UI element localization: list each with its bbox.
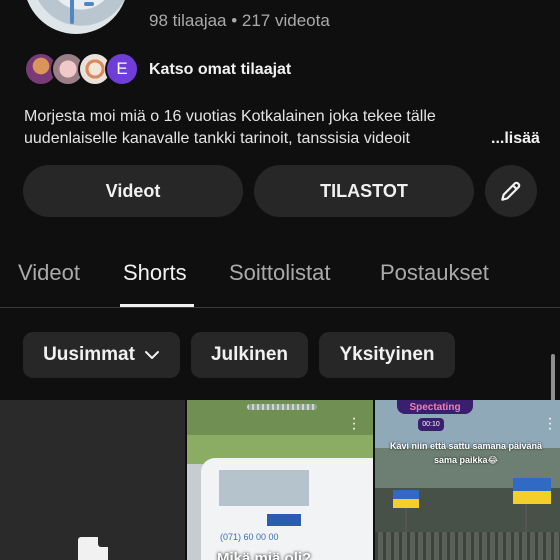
- spectating-badge: Spectating: [397, 400, 473, 414]
- tab-playlists[interactable]: Soittolistat: [229, 260, 331, 286]
- description-line-2: uudenlaiselle kanavalle tankki tarinoit,…: [24, 128, 544, 150]
- file-icon: [78, 537, 108, 560]
- description-more-link[interactable]: ...lisää: [471, 128, 540, 150]
- short-draft-tile[interactable]: [0, 400, 185, 560]
- sort-dropdown[interactable]: Uusimmat: [23, 332, 180, 378]
- subscriber-avatars: E: [24, 52, 140, 88]
- short-tile[interactable]: Spectating 00:10 Kävi niin että sattu sa…: [375, 400, 560, 560]
- tab-videos[interactable]: Videot: [18, 260, 80, 286]
- thumbnail-van-window: [219, 470, 309, 506]
- description-line-2-text: uudenlaiselle kanavalle tankki tarinoit,…: [24, 130, 410, 147]
- filter-private-chip[interactable]: Yksityinen: [319, 332, 455, 378]
- thumbnail-logo: [267, 514, 301, 526]
- filter-public-chip[interactable]: Julkinen: [191, 332, 308, 378]
- more-options-icon[interactable]: · · ·: [350, 411, 358, 437]
- stats-button[interactable]: TILASTOT: [254, 165, 474, 217]
- short-caption: Mikä miä oli?: [217, 550, 312, 560]
- description-line-1: Morjesta moi miä o 16 vuotias Kotkalaine…: [24, 108, 436, 125]
- avatar-detail: [70, 0, 74, 24]
- thumbnail-fence: [375, 532, 560, 560]
- short-tile[interactable]: (071) 60 00 00 Mikä miä oli? · · ·: [187, 400, 373, 560]
- tab-posts[interactable]: Postaukset: [380, 260, 489, 286]
- flag-image: [513, 478, 551, 504]
- chevron-down-icon: [144, 351, 159, 359]
- subscriber-avatar-letter: E: [105, 52, 139, 86]
- videos-button[interactable]: Videot: [23, 165, 243, 217]
- flag-image: [393, 490, 419, 508]
- edit-channel-button[interactable]: [485, 165, 537, 217]
- avatar-detail: [84, 2, 94, 6]
- tab-shorts[interactable]: Shorts: [123, 260, 187, 286]
- sort-label: Uusimmat: [43, 344, 135, 365]
- channel-stats: 98 tilaajaa • 217 videota: [149, 11, 330, 30]
- active-tab-indicator: [120, 304, 194, 307]
- channel-description[interactable]: Morjesta moi miä o 16 vuotias Kotkalaine…: [24, 106, 544, 150]
- thumbnail-phone-text: (071) 60 00 00: [220, 532, 279, 542]
- subscribers-row[interactable]: E Katso omat tilaajat: [24, 52, 291, 88]
- short-caption: Kävi niin että sattu samana päivänä sama…: [389, 441, 543, 465]
- shorts-grid: (071) 60 00 00 Mikä miä oli? · · · Spectat…: [0, 400, 560, 560]
- pencil-icon: [501, 181, 521, 201]
- view-subscribers-link[interactable]: Katso omat tilaajat: [149, 61, 291, 79]
- timer-badge: 00:10: [418, 418, 444, 431]
- channel-tabs: Videot Shorts Soittolistat Postaukset: [0, 252, 560, 308]
- channel-avatar[interactable]: [24, 0, 128, 34]
- more-options-icon[interactable]: · · ·: [546, 411, 554, 437]
- scrub-bar: [247, 404, 317, 410]
